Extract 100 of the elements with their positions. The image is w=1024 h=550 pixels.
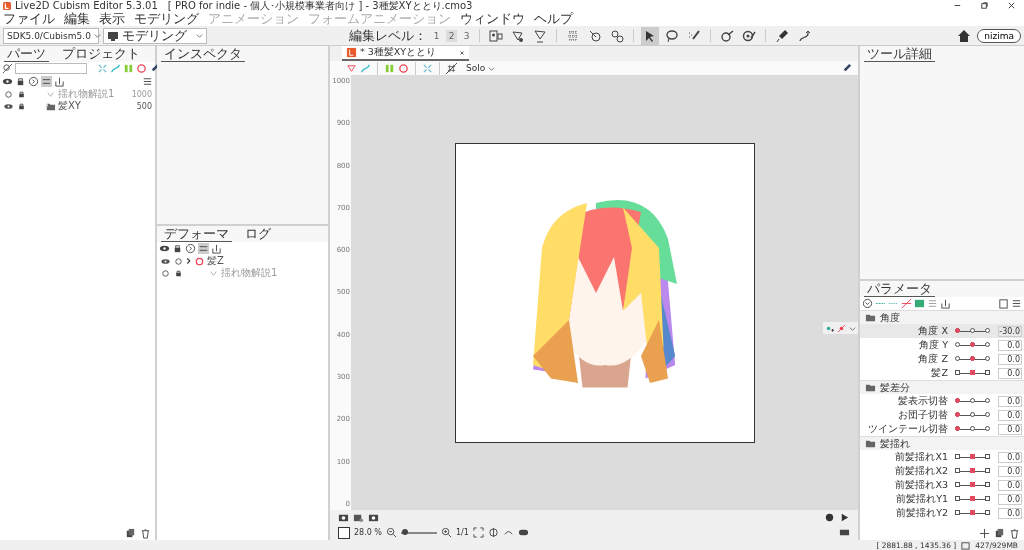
swap-icon[interactable] bbox=[41, 76, 52, 87]
hidden-circle-icon[interactable] bbox=[173, 255, 184, 267]
camera-icon[interactable] bbox=[338, 512, 349, 523]
chevron-circle-icon[interactable] bbox=[862, 298, 873, 309]
page-indicator: 1/1 bbox=[455, 528, 469, 537]
toggle-icon[interactable] bbox=[517, 527, 529, 538]
parameter-row[interactable]: 前髪揺れX1 0.0 bbox=[860, 450, 1024, 464]
zoom-slider-thumb[interactable] bbox=[401, 528, 408, 535]
caret-icon[interactable] bbox=[849, 324, 856, 332]
menu-item[interactable]: ウィンドウ bbox=[460, 9, 525, 28]
menu-item[interactable]: 表示 bbox=[99, 9, 125, 28]
eye-icon[interactable] bbox=[159, 243, 170, 254]
zoom-in-icon[interactable] bbox=[440, 527, 452, 538]
trash-icon[interactable] bbox=[140, 528, 151, 539]
lock-icon[interactable] bbox=[172, 243, 183, 254]
deformer-row[interactable]: 髪Z bbox=[157, 255, 328, 267]
search-field[interactable] bbox=[15, 63, 87, 74]
pen-icon[interactable] bbox=[841, 62, 852, 74]
eye-icon[interactable] bbox=[2, 76, 13, 87]
fit-icon[interactable] bbox=[472, 527, 484, 538]
trash-icon[interactable] bbox=[1009, 528, 1020, 539]
sdk-dropdown[interactable]: SDK5.0/Cubism5.0 bbox=[3, 27, 99, 44]
parameter-name: お団子切替 bbox=[897, 408, 948, 422]
edit-level-button[interactable]: 3 bbox=[461, 29, 473, 42]
parameter-name: 角度 Y bbox=[918, 338, 948, 352]
parameter-row[interactable]: お団子切替 0.0 bbox=[860, 408, 1024, 422]
swap-icon[interactable] bbox=[198, 243, 209, 254]
copy-icon[interactable] bbox=[125, 528, 136, 539]
parameter-value[interactable]: 0.0 bbox=[998, 451, 1022, 463]
nizima-button[interactable]: nizima bbox=[977, 28, 1021, 43]
panel-tab[interactable]: インスペクタ bbox=[161, 46, 245, 62]
flip-icon[interactable] bbox=[487, 527, 499, 538]
parameter-value[interactable]: -30.0 bbox=[998, 325, 1022, 337]
parameter-row[interactable]: 角度 Z 0.0 bbox=[860, 352, 1024, 366]
panel-icon[interactable] bbox=[914, 298, 925, 309]
parameter-value[interactable]: 0.0 bbox=[998, 479, 1022, 491]
parameter-group-header[interactable]: 髪差分 bbox=[860, 380, 1024, 394]
panel-tab[interactable]: ログ bbox=[242, 226, 274, 242]
grid-off-icon[interactable] bbox=[446, 62, 457, 74]
parameter-row[interactable]: 前髪揺れX3 0.0 bbox=[860, 478, 1024, 492]
rotation-deformer-icon bbox=[194, 255, 205, 267]
part-row[interactable]: 髪XY 500 bbox=[0, 100, 155, 112]
parameter-row[interactable]: 髪Z 0.0 bbox=[860, 366, 1024, 380]
copy-icon[interactable] bbox=[994, 528, 1005, 539]
deformer-name: 髪Z bbox=[207, 254, 224, 268]
parameter-row[interactable]: 前髪揺れY2 0.0 bbox=[860, 506, 1024, 520]
mesh-link-icon[interactable] bbox=[346, 62, 357, 74]
camera-icon[interactable] bbox=[368, 512, 379, 523]
chevron-circle-icon[interactable] bbox=[28, 76, 39, 87]
chevron-circle-icon[interactable] bbox=[185, 243, 196, 254]
parameter-value[interactable]: 0.0 bbox=[998, 423, 1022, 435]
parameter-value[interactable]: 0.0 bbox=[998, 465, 1022, 477]
restore-icon[interactable] bbox=[980, 1, 989, 10]
hidden-circle-icon[interactable] bbox=[3, 88, 14, 100]
menu-item[interactable]: 編集 bbox=[64, 9, 90, 28]
parameter-value[interactable]: 0.0 bbox=[998, 493, 1022, 505]
parameter-row[interactable]: ツインテール切替 0.0 bbox=[860, 422, 1024, 436]
parameter-value[interactable]: 0.0 bbox=[998, 395, 1022, 407]
parameter-row[interactable]: 髪表示切替 0.0 bbox=[860, 394, 1024, 408]
parameter-value[interactable]: 0.0 bbox=[998, 339, 1022, 351]
parameter-row[interactable]: 角度 Y 0.0 bbox=[860, 338, 1024, 352]
mode-dropdown[interactable]: モデリング bbox=[103, 27, 207, 44]
parameter-name: 前髪揺れX1 bbox=[894, 450, 948, 464]
panel-tab[interactable]: プロジェクト bbox=[59, 46, 143, 62]
menu-item[interactable]: ヘルプ bbox=[534, 9, 573, 28]
parameter-row[interactable]: 角度 X -30.0 bbox=[860, 324, 1024, 338]
menu-icon[interactable] bbox=[142, 76, 153, 87]
panel-tab[interactable]: ツール詳細 bbox=[864, 46, 935, 62]
parameter-value[interactable]: 0.0 bbox=[998, 367, 1022, 379]
parameter-value[interactable]: 0.0 bbox=[998, 353, 1022, 365]
panel-tab[interactable]: デフォーマ bbox=[161, 226, 232, 242]
hidden-circle-icon[interactable] bbox=[160, 267, 171, 279]
zoom-out-icon[interactable] bbox=[385, 527, 397, 538]
play-icon[interactable] bbox=[839, 512, 850, 523]
parameter-group-header[interactable]: 角度 bbox=[860, 310, 1024, 324]
lock-icon[interactable] bbox=[15, 76, 26, 87]
add-icon[interactable] bbox=[979, 528, 990, 539]
remove-key-icon[interactable] bbox=[901, 298, 912, 309]
edit-level-button[interactable]: 1 bbox=[431, 29, 443, 42]
parameter-row[interactable]: 前髪揺れY1 0.0 bbox=[860, 492, 1024, 506]
filter-off-icon[interactable] bbox=[2, 63, 13, 74]
solo-dropdown[interactable]: Solo bbox=[460, 63, 496, 73]
panel-tab[interactable]: パーツ bbox=[4, 46, 49, 62]
parameter-group-header[interactable]: 髪揺れ bbox=[860, 436, 1024, 450]
record-icon[interactable] bbox=[824, 512, 835, 523]
cursor-icon[interactable] bbox=[641, 26, 660, 45]
menu-item[interactable]: ファイル bbox=[3, 9, 55, 28]
document-tab[interactable]: * 3種髪XYととり bbox=[342, 46, 470, 61]
menu-icon[interactable] bbox=[1011, 298, 1022, 309]
rotate-icon[interactable] bbox=[398, 62, 409, 74]
camera-settings-icon[interactable] bbox=[353, 512, 364, 523]
remove-key-icon[interactable] bbox=[837, 323, 846, 333]
deformer-name: 揺れ物解説1 bbox=[221, 266, 278, 280]
edit-level-button[interactable]: 2 bbox=[446, 29, 458, 42]
rotate-icon[interactable] bbox=[136, 63, 147, 74]
parameter-value[interactable]: 0.0 bbox=[998, 409, 1022, 421]
color-swatch[interactable] bbox=[338, 526, 350, 539]
parameter-value[interactable]: 0.0 bbox=[998, 507, 1022, 519]
close-icon[interactable] bbox=[1007, 1, 1016, 10]
parameter-row[interactable]: 前髪揺れX2 0.0 bbox=[860, 464, 1024, 478]
